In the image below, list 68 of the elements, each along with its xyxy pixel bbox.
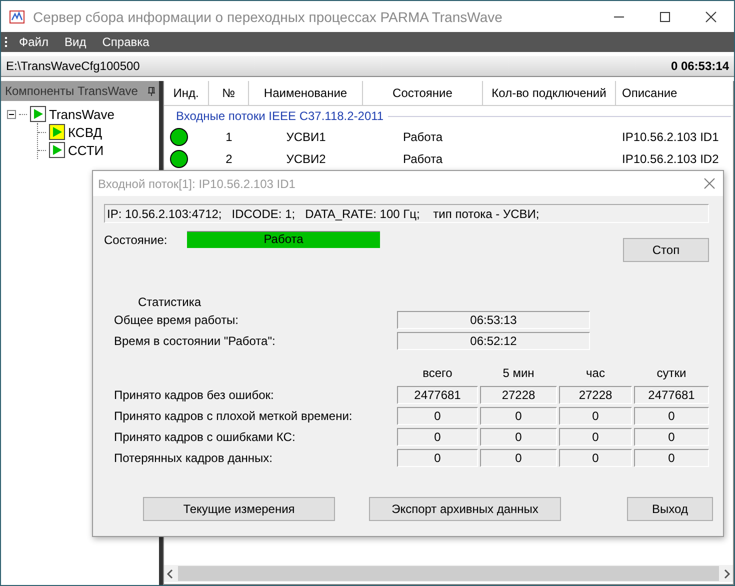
stat-label: Время в состоянии "Работа": (114, 334, 276, 348)
stat-label: Принято кадров без ошибок: (114, 388, 275, 402)
table-cell-text: УСВИ2 (285, 152, 327, 166)
count-field: 27228 (559, 386, 632, 404)
dialog-button[interactable]: Экспорт архивных данных (369, 497, 561, 521)
horizontal-scrollbar[interactable] (164, 565, 733, 582)
collapse-icon[interactable] (7, 110, 16, 118)
panel-title: Компоненты TransWave (5, 84, 138, 98)
time-field: 06:53:13 (397, 311, 590, 329)
menu-item[interactable]: Вид (56, 35, 94, 49)
menu-item[interactable]: Файл (11, 35, 57, 49)
table-cell-text: 1 (224, 130, 234, 144)
column-header: 5 мин (502, 366, 536, 382)
stat-label: Общее время работы: (114, 313, 240, 327)
dialog-button[interactable]: Текущие измерения (143, 497, 335, 521)
count-field: 2477681 (397, 386, 478, 404)
column-header: всего (422, 366, 454, 382)
column-header[interactable]: Инд. (164, 81, 209, 105)
count-field: 0 (634, 407, 709, 425)
table-cell-text: IP10.56.2.103 ID2 (621, 152, 720, 166)
maximize-icon[interactable] (659, 10, 671, 22)
count-field: 0 (397, 407, 478, 425)
table-cell-text: Работа (402, 152, 444, 166)
count-field: 0 (559, 407, 632, 425)
count-field: 0 (559, 428, 632, 446)
column-header: сутки (656, 366, 688, 382)
count-field: 27228 (480, 386, 557, 404)
state-indicator: Работа (187, 231, 380, 248)
app-icon (9, 8, 25, 24)
column-header[interactable]: Состояние (363, 81, 483, 105)
tree-item[interactable]: КСВД (68, 124, 102, 140)
time-field: 06:52:12 (397, 332, 590, 350)
stop-button[interactable]: Стоп (623, 238, 709, 262)
dialog-title: Входной поток[1]: IP10.56.2.103 ID1 (98, 176, 296, 190)
count-field: 0 (480, 428, 557, 446)
dialog-button[interactable]: Выход (627, 497, 713, 521)
uptime: 0 06:53:14 (670, 59, 729, 73)
count-field: 0 (634, 449, 709, 467)
column-header[interactable]: № (209, 81, 249, 105)
count-field: 2477681 (634, 386, 709, 404)
pin-icon[interactable] (148, 86, 155, 96)
stat-label: Потерянных кадров данных: (114, 451, 274, 465)
count-field: 0 (480, 449, 557, 467)
table-cell-text: 2 (224, 152, 234, 166)
count-field: 0 (559, 449, 632, 467)
close-icon[interactable] (705, 10, 717, 22)
table-cell-text: УСВИ1 (285, 130, 327, 144)
count-field: 0 (397, 449, 478, 467)
tree-item[interactable]: ССТИ (68, 142, 104, 158)
menu-item[interactable]: Справка (94, 35, 158, 49)
count-field: 0 (397, 428, 478, 446)
column-header[interactable]: Наименование (249, 81, 363, 105)
section-title: Статистика (138, 295, 202, 309)
stat-label: Принято кадров с ошибками КС: (114, 430, 296, 444)
stream-info-field: IP: 10.56.2.103:4712; IDCODE: 1; DATA_RATE: 100 Гц; тип потока - УСВИ; (104, 204, 709, 223)
stat-label: Принято кадров с плохой меткой времени: (114, 409, 354, 423)
table-cell-text: IP10.56.2.103 ID1 (621, 130, 720, 144)
tree-item[interactable]: TransWave (49, 106, 114, 122)
count-field: 0 (480, 407, 557, 425)
column-header: час (585, 366, 606, 382)
column-header[interactable]: Описание (616, 81, 733, 105)
column-header[interactable]: Кол-во подключений (483, 81, 616, 105)
count-field: 0 (634, 428, 709, 446)
group-header: Входные потоки IEEE C37.118.2-2011 (176, 109, 384, 123)
config-path: E:\TransWaveCfg100500 (6, 59, 140, 73)
table-cell-text: Работа (402, 130, 444, 144)
window-title: Сервер сбора информации о переходных процессах PARMA TransWave (33, 8, 504, 24)
state-label: Состояние: (104, 233, 168, 247)
